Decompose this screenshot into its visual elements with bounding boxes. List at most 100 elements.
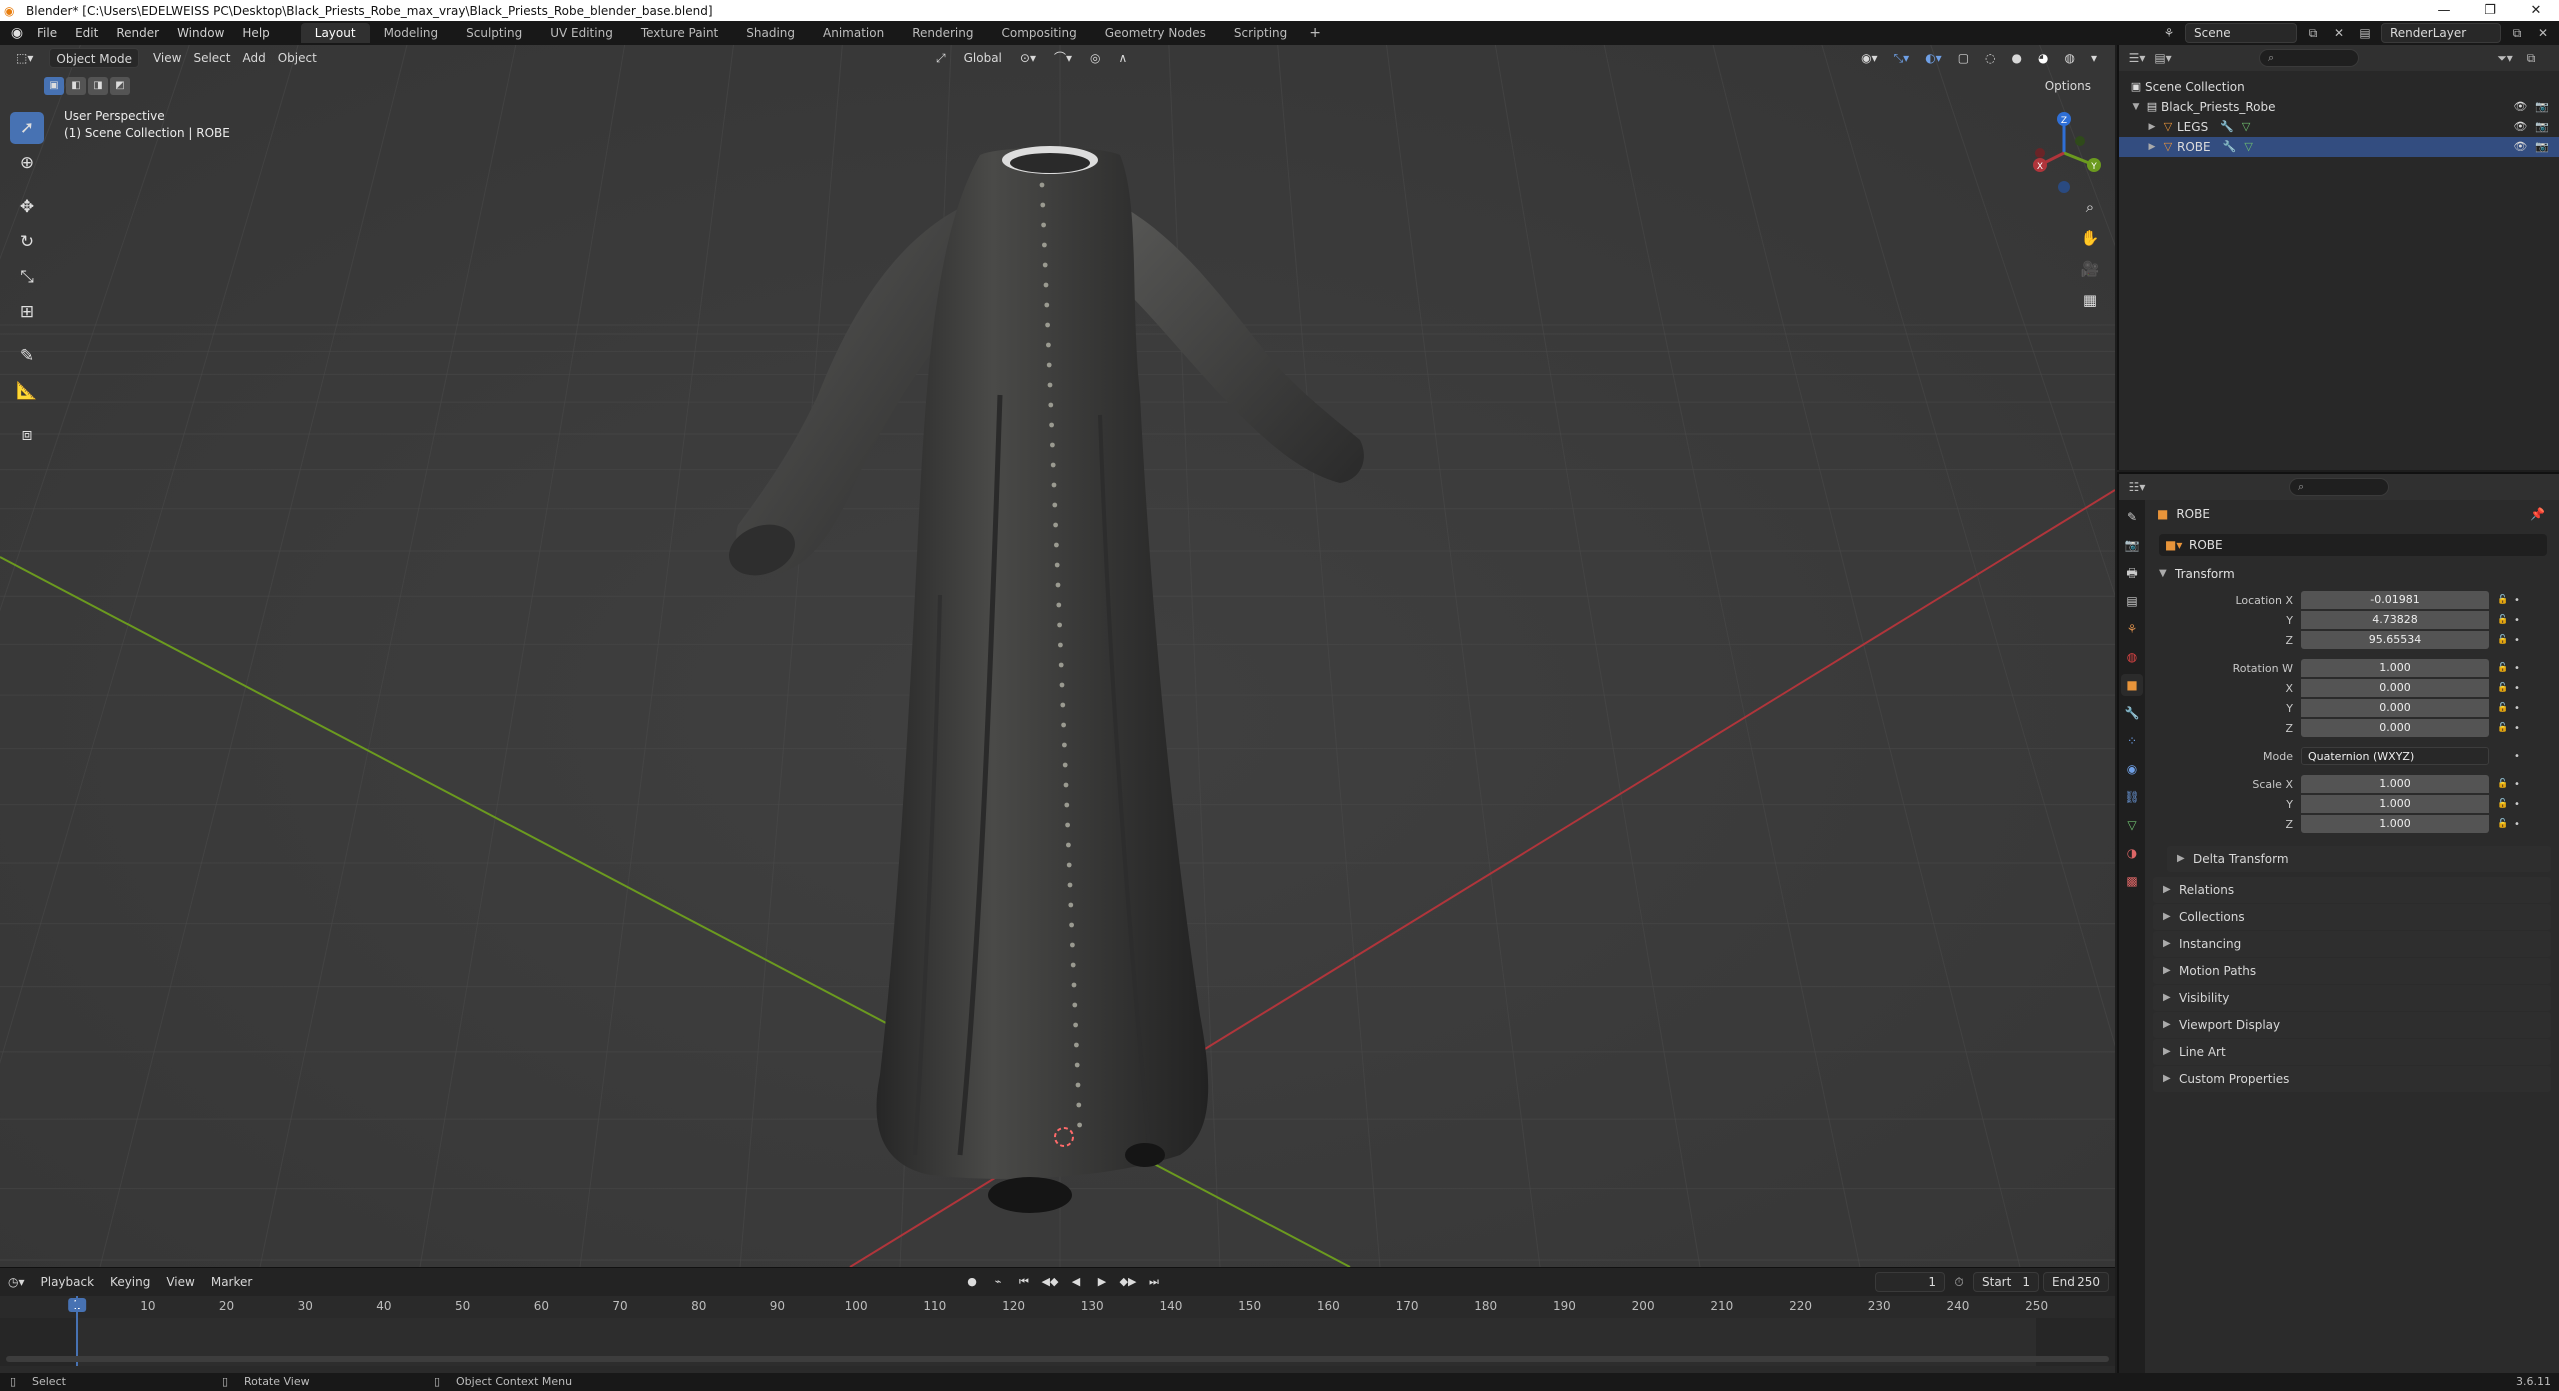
lock-icon[interactable]: 🔓 [2495, 683, 2511, 693]
proportional-edit-icon[interactable]: ◎ [1084, 48, 1106, 68]
jump-to-end-icon[interactable]: ⏭ [1144, 1272, 1164, 1292]
measure-tool-icon[interactable]: 📐 [10, 375, 44, 407]
delete-scene-icon[interactable]: ✕ [2329, 23, 2349, 43]
wrench-modifier-icon[interactable]: 🔧 [2223, 137, 2237, 157]
outliner-row-scene-collection[interactable]: ▣ Scene Collection [2119, 77, 2559, 97]
minimize-button[interactable]: — [2421, 0, 2467, 21]
current-frame-field[interactable]: 1 [1875, 1272, 1945, 1292]
overlay-toggle-icon[interactable]: ◐▾ [1919, 48, 1948, 68]
rotation-mode-select[interactable]: Quaternion (WXYZ) [2301, 747, 2489, 765]
navigation-gizmo[interactable]: Z Y X [2018, 107, 2110, 199]
new-scene-icon[interactable]: ⧉ [2303, 23, 2323, 43]
new-collection-icon[interactable]: ⧉ [2521, 48, 2541, 68]
menu-edit[interactable]: Edit [66, 21, 107, 45]
transform-orientation-selector[interactable]: Global [958, 48, 1008, 68]
transform-tool-icon[interactable]: ⊞ [10, 296, 44, 328]
rotation-x-field[interactable]: 0.000 [2301, 679, 2489, 697]
scene-icon[interactable]: ⚘ [2159, 23, 2179, 43]
timeline-ruler[interactable]: 1 10203040506070809010011012013014015016… [0, 1296, 2115, 1318]
add-workspace-button[interactable]: + [1301, 25, 1329, 41]
texture-tab-icon[interactable]: ▩ [2121, 870, 2143, 892]
timeline-editor-type-icon[interactable]: ◷▾ [0, 1268, 33, 1296]
object-name-field[interactable]: ■▾ ROBE [2159, 534, 2547, 556]
eye-icon[interactable]: 👁 [2513, 97, 2527, 117]
camera-view-icon[interactable]: 🎥 [2076, 257, 2104, 282]
tab-shading[interactable]: Shading [732, 23, 809, 43]
render-tab-icon[interactable]: 📷 [2121, 534, 2143, 556]
expand-chevron-icon[interactable]: ▶ [2145, 117, 2159, 137]
falloff-icon[interactable]: ∧ [1112, 48, 1133, 68]
tab-texture-paint[interactable]: Texture Paint [627, 23, 732, 43]
physics-tab-icon[interactable]: ◉ [2121, 758, 2143, 780]
data-tab-icon[interactable]: ▽ [2121, 814, 2143, 836]
display-mode-icon[interactable]: ▤▾ [2153, 48, 2173, 68]
lock-icon[interactable]: 🔓 [2495, 703, 2511, 713]
shading-rendered-icon[interactable]: ◍ [2058, 48, 2080, 68]
timeline-menu-marker[interactable]: Marker [203, 1268, 260, 1296]
scene-selector[interactable]: Scene [2185, 23, 2297, 43]
view-layer-selector[interactable]: RenderLayer [2381, 23, 2501, 43]
jump-to-start-icon[interactable]: ⏮ [1014, 1272, 1034, 1292]
view-layer-tab-icon[interactable]: ▤ [2121, 590, 2143, 612]
add-cube-tool-icon[interactable]: ⧈ [10, 419, 44, 451]
auto-keying-icon[interactable]: ● [962, 1272, 982, 1292]
line-art-panel[interactable]: ▶ Line Art [2153, 1039, 2551, 1065]
output-tab-icon[interactable]: 🖶 [2121, 562, 2143, 584]
lock-icon[interactable]: 🔓 [2495, 723, 2511, 733]
menu-file[interactable]: File [28, 21, 66, 45]
world-tab-icon[interactable]: ◍ [2121, 646, 2143, 668]
new-view-layer-icon[interactable]: ⧉ [2507, 23, 2527, 43]
filter-icon[interactable]: ⏷▾ [2495, 48, 2515, 68]
instancing-panel[interactable]: ▶ Instancing [2153, 931, 2551, 957]
tab-geometry-nodes[interactable]: Geometry Nodes [1091, 23, 1220, 43]
timeline-menu-view[interactable]: View [158, 1268, 202, 1296]
pan-hand-icon[interactable]: ✋ [2076, 226, 2104, 251]
visibility-panel[interactable]: ▶ Visibility [2153, 985, 2551, 1011]
keyframe-dot-icon[interactable]: • [2511, 799, 2523, 810]
rotation-y-field[interactable]: 0.000 [2301, 699, 2489, 717]
collections-panel[interactable]: ▶ Collections [2153, 904, 2551, 930]
preview-range-clock-icon[interactable]: ⏱ [1949, 1272, 1969, 1292]
location-x-field[interactable]: -0.01981 [2301, 591, 2489, 609]
keyframe-dot-icon[interactable]: • [2511, 819, 2523, 830]
pivot-point-icon[interactable]: ⊙▾ [1014, 48, 1042, 68]
snap-icon[interactable]: ⌒▾ [1048, 48, 1078, 68]
camera-icon[interactable]: 📷 [2535, 97, 2549, 117]
outliner-row-collection[interactable]: ▼ ▤ Black_Priests_Robe 👁 📷 [2119, 97, 2559, 117]
play-icon[interactable]: ▶ [1092, 1272, 1112, 1292]
keyframe-dot-icon[interactable]: • [2511, 635, 2523, 646]
eye-icon[interactable]: 👁 [2513, 137, 2527, 157]
viewport-menu-add[interactable]: Add [236, 48, 271, 68]
lock-icon[interactable]: 🔓 [2495, 663, 2511, 673]
location-z-field[interactable]: 95.65534 [2301, 631, 2489, 649]
move-tool-icon[interactable]: ✥ [10, 191, 44, 223]
scale-tool-icon[interactable]: ⤡ [10, 261, 44, 293]
mesh-data-icon[interactable]: ▽ [2244, 137, 2252, 157]
timeline-menu-playback[interactable]: Playback [33, 1268, 103, 1296]
tab-uv-editing[interactable]: UV Editing [536, 23, 627, 43]
outliner-row-legs[interactable]: ▶ ▽ LEGS 🔧 ▽ 👁 📷 [2119, 117, 2559, 137]
viewport-menu-select[interactable]: Select [187, 48, 236, 68]
menu-window[interactable]: Window [168, 21, 233, 45]
shading-options-icon[interactable]: ▾ [2085, 48, 2103, 68]
outliner-search-input[interactable]: ⌕ [2259, 49, 2359, 67]
3d-viewport[interactable]: ⬚▾ Object Mode View Select Add Object ⤢ … [0, 45, 2115, 1267]
gizmo-toggle-icon[interactable]: ⤡▾ [1888, 48, 1916, 68]
expand-chevron-icon[interactable]: ▼ [2129, 97, 2143, 117]
tab-sculpting[interactable]: Sculpting [452, 23, 536, 43]
scale-y-field[interactable]: 1.000 [2301, 795, 2489, 813]
shading-wireframe-icon[interactable]: ◌ [1979, 48, 2001, 68]
camera-icon[interactable]: 📷 [2535, 117, 2549, 137]
keyframe-dot-icon[interactable]: • [2511, 615, 2523, 626]
rotate-tool-icon[interactable]: ↻ [10, 226, 44, 258]
keyframe-dot-icon[interactable]: • [2511, 703, 2523, 714]
view-layer-icon[interactable]: ▤ [2355, 23, 2375, 43]
keyframe-dot-icon[interactable]: • [2511, 663, 2523, 674]
rotation-z-field[interactable]: 0.000 [2301, 719, 2489, 737]
particles-tab-icon[interactable]: ⁘ [2121, 730, 2143, 752]
keyframe-dot-icon[interactable]: • [2511, 723, 2523, 734]
close-button[interactable]: ✕ [2513, 0, 2559, 21]
editor-type-icon[interactable]: ⬚▾ [10, 48, 39, 68]
options-button[interactable]: Options [2045, 79, 2091, 93]
delete-view-layer-icon[interactable]: ✕ [2533, 23, 2553, 43]
